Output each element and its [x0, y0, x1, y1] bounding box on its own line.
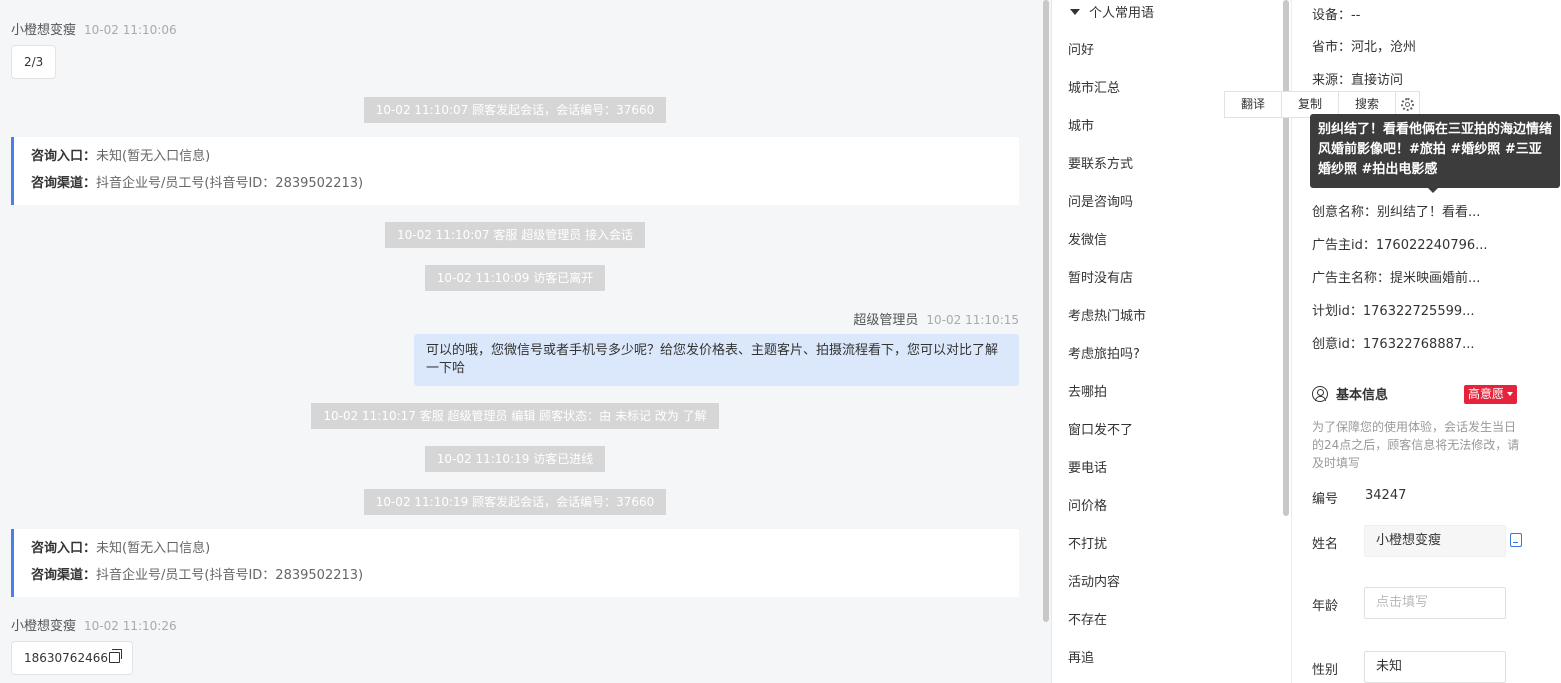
phrase-item[interactable]: 窗口发不了 — [1068, 419, 1133, 438]
copy-icon[interactable] — [108, 649, 122, 663]
phrase-item[interactable]: 要联系方式 — [1068, 153, 1133, 172]
info-row-device: 设备：-- — [1312, 8, 1361, 23]
number-label: 编号 — [1312, 492, 1339, 507]
phrase-item[interactable]: 要电话 — [1068, 457, 1107, 476]
consult-info-card: 咨询入口：未知(暂无入口信息) 咨询渠道：抖音企业号/员工号(抖音号ID：283… — [11, 137, 1019, 205]
customer-message-bubble[interactable]: 2/3 — [11, 45, 57, 79]
message-sender: 小橙想变瘦 10-02 11:10:26 — [11, 619, 177, 634]
gender-label: 性别 — [1312, 663, 1339, 678]
system-message: 10-02 11:10:09 访客已离开 — [0, 265, 1030, 291]
phrase-item[interactable]: 再追 — [1068, 647, 1094, 666]
info-row-creative-id[interactable]: 创意id：176322768887... — [1312, 333, 1475, 352]
edit-icon[interactable] — [1510, 533, 1522, 547]
info-row-region: 省市：河北，沧州 — [1312, 40, 1417, 55]
phrase-item[interactable]: 去哪拍 — [1068, 381, 1107, 400]
phrase-item[interactable]: 问价格 — [1068, 495, 1107, 514]
phrase-item[interactable]: 考虑热门城市 — [1068, 305, 1146, 324]
agent-message-header: 超级管理员 10-02 11:10:15 — [853, 313, 1019, 328]
phrase-item[interactable]: 不存在 — [1068, 609, 1107, 628]
name-label: 姓名 — [1312, 537, 1339, 552]
system-message: 10-02 11:10:19 顾客发起会话，会话编号：37660 — [0, 489, 1030, 515]
phrases-scrollbar[interactable] — [1283, 0, 1289, 516]
gender-select[interactable]: 未知 — [1364, 651, 1506, 683]
age-field[interactable]: 点击填写 — [1364, 587, 1506, 619]
info-row-advertiser-name[interactable]: 广告主名称：提米映画婚前... — [1312, 267, 1480, 286]
message-sender: 小橙想变瘦 10-02 11:10:06 — [11, 23, 177, 38]
info-row-source: 来源：直接访问 — [1312, 73, 1404, 88]
translate-button[interactable]: 翻译 — [1225, 92, 1282, 117]
caret-down-icon — [1507, 392, 1514, 396]
phrase-item[interactable]: 暂时没有店 — [1068, 267, 1133, 286]
info-row-plan-id[interactable]: 计划id：176322725599... — [1312, 300, 1475, 319]
phrase-item[interactable]: 问好 — [1068, 39, 1094, 58]
caret-down-icon — [1070, 9, 1080, 15]
phrase-item[interactable]: 城市 — [1068, 115, 1094, 134]
info-notice: 为了保障您的使用体验，会话发生当日的24点之后，顾客信息将无法修改，请及时填写 — [1312, 420, 1520, 470]
phrase-item[interactable]: 不打扰 — [1068, 533, 1107, 552]
agent-message-bubble[interactable]: 可以的哦，您微信号或者手机号多少呢？给您发价格表、主题客片、拍摄流程看下，您可以… — [414, 334, 1019, 386]
age-label: 年龄 — [1312, 599, 1339, 614]
chat-scrollbar[interactable] — [1043, 0, 1049, 622]
phrases-group-header[interactable]: 个人常用语 — [1070, 2, 1154, 21]
phrase-item[interactable]: 城市汇总 — [1068, 77, 1120, 96]
consult-info-card: 咨询入口：未知(暂无入口信息) 咨询渠道：抖音企业号/员工号(抖音号ID：283… — [11, 529, 1019, 597]
customer-message-bubble[interactable]: 18630762466 — [11, 641, 133, 675]
chat-panel: 小橙想变瘦 10-02 11:10:06 2/3 10-02 11:10:07 顾… — [0, 0, 1041, 683]
full-text-tooltip: 别纠结了！看看他俩在三亚拍的海边情绪风婚前影像吧！#旅拍 #婚纱照 #三亚婚纱照… — [1310, 114, 1560, 193]
gear-icon — [1401, 98, 1414, 111]
system-message: 10-02 11:10:07 客服 超级管理员 接入会话 — [0, 222, 1030, 248]
system-message: 10-02 11:10:17 客服 超级管理员 编辑 顾客状态：由 未标记 改为… — [0, 403, 1030, 429]
phrase-item[interactable]: 问是咨询吗 — [1068, 191, 1133, 210]
number-value: 34247 — [1365, 488, 1407, 503]
system-message: 10-02 11:10:07 顾客发起会话，会话编号：37660 — [0, 97, 1030, 123]
name-field[interactable]: 小橙想变瘦 — [1364, 525, 1506, 557]
system-message: 10-02 11:10:19 访客已进线 — [0, 446, 1030, 472]
phrase-item[interactable]: 发微信 — [1068, 229, 1107, 248]
basic-info-title: 基本信息 — [1312, 384, 1388, 403]
intent-dropdown[interactable]: 高意愿 — [1464, 385, 1518, 404]
user-icon — [1312, 385, 1328, 402]
phrase-item[interactable]: 活动内容 — [1068, 571, 1120, 590]
info-row-advertiser-id[interactable]: 广告主id：176022240796... — [1312, 234, 1488, 253]
phrase-item[interactable]: 考虑旅拍吗? — [1068, 343, 1140, 362]
info-row-creative-name[interactable]: 创意名称：别纠结了！看看... — [1312, 201, 1480, 220]
